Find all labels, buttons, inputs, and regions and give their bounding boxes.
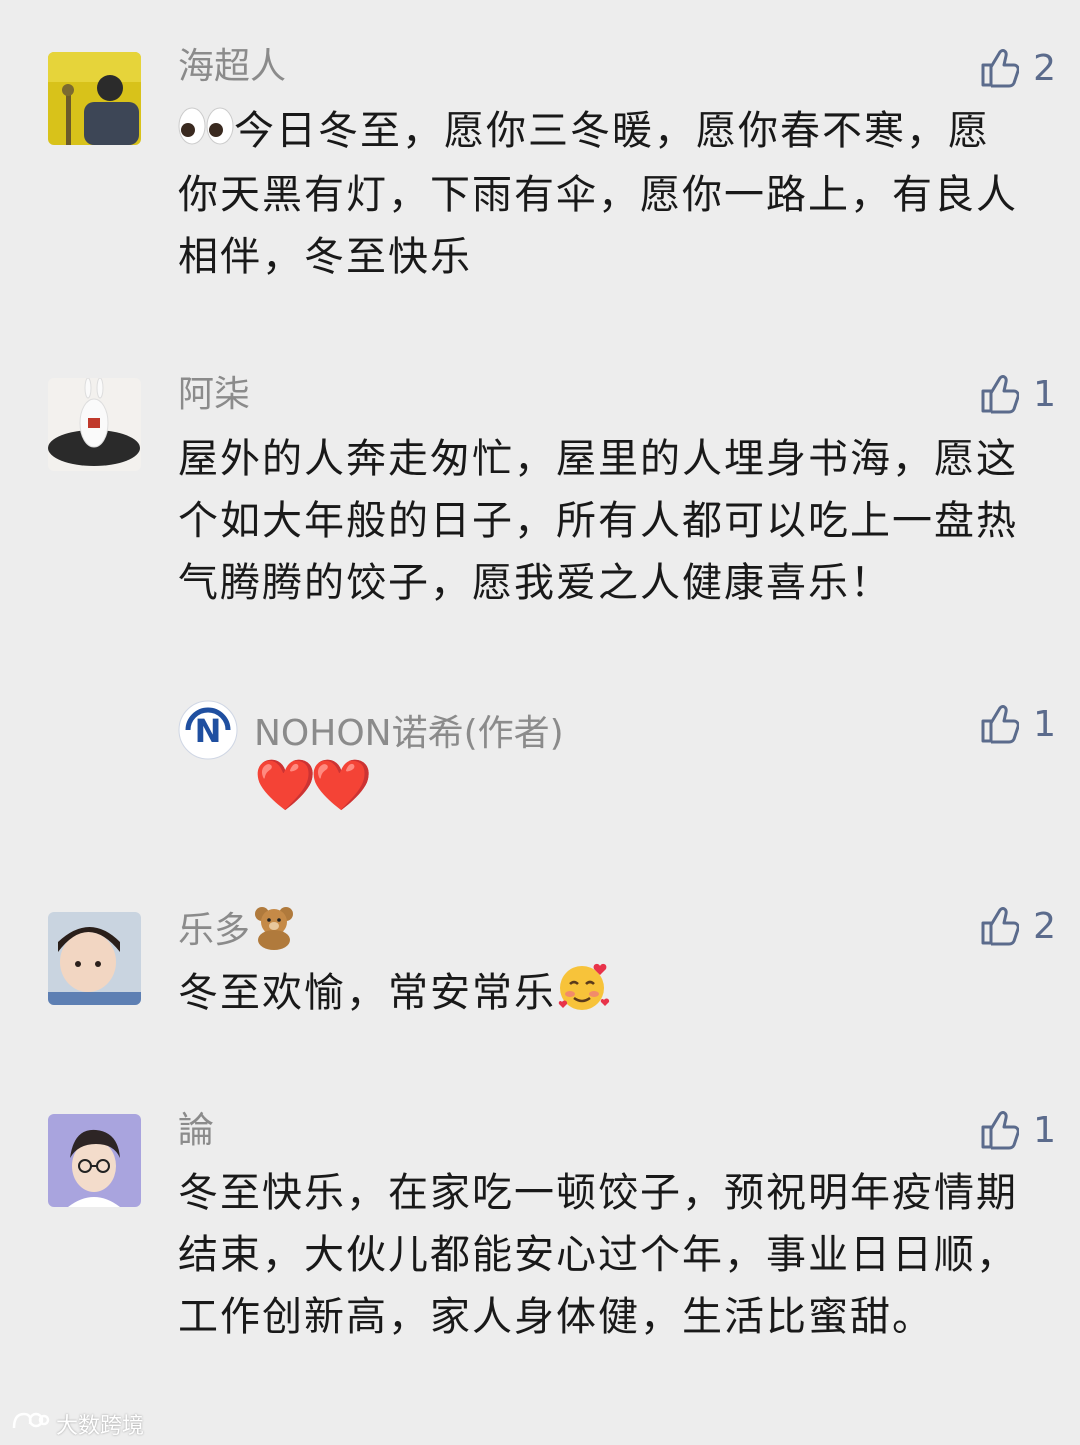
- like-button[interactable]: 1: [979, 700, 1056, 748]
- like-button[interactable]: 1: [979, 1106, 1056, 1154]
- like-count: 1: [1033, 703, 1056, 745]
- comment-item: 海超人 2 今日冬至，愿你三冬暖，愿你春不寒，愿你天黑有灯，下雨有伞，愿你一路上…: [0, 0, 1080, 330]
- comment-text: 屋外的人奔走匆忙，屋里的人埋身书海，愿这个如大年般的日子，所有人都可以吃上一盘热…: [178, 436, 1018, 606]
- like-count: 1: [1033, 1109, 1056, 1151]
- comment-text: 冬至快乐，在家吃一顿饺子，预祝明年疫情期结束，大伙儿都能安心过个年，事业日日顺，…: [178, 1170, 1018, 1340]
- comment-text-content: 今日冬至，愿你三冬暖，愿你春不寒，愿你天黑有灯，下雨有伞，愿你一路上，有良人相伴…: [178, 108, 1018, 280]
- comment-author[interactable]: 乐多: [178, 904, 298, 960]
- author-avatar[interactable]: N: [178, 700, 238, 760]
- like-button[interactable]: 1: [979, 370, 1056, 418]
- thumbs-up-icon: [979, 703, 1020, 745]
- eyes-icon: [178, 102, 234, 164]
- reply-text: ❤️❤️: [254, 756, 372, 814]
- smiling-face-with-hearts-icon: [556, 960, 612, 1030]
- teddy-bear-icon: [250, 904, 298, 960]
- avatar[interactable]: [48, 912, 141, 1005]
- comment-author[interactable]: 海超人: [178, 46, 286, 88]
- thumbs-up-icon: [979, 1109, 1020, 1151]
- author-reply: N NOHON诺希(作者) ❤️❤️: [178, 700, 1058, 830]
- avatar[interactable]: [48, 52, 141, 145]
- like-count: 1: [1033, 373, 1056, 415]
- watermark-text: 大数跨境: [56, 1414, 145, 1439]
- reply-author[interactable]: NOHON诺希(作者): [254, 704, 564, 756]
- avatar[interactable]: [48, 378, 141, 471]
- comment-text: 冬至欢愉，常安常乐: [178, 960, 1028, 1030]
- comment-author[interactable]: 論: [178, 1110, 214, 1152]
- thumbs-up-icon: [979, 905, 1020, 947]
- comment-author[interactable]: 阿柒: [178, 374, 250, 416]
- watermark: 大数跨境: [10, 1408, 144, 1440]
- comment-text: 今日冬至，愿你三冬暖，愿你春不寒，愿你天黑有灯，下雨有伞，愿你一路上，有良人相伴…: [178, 100, 1028, 288]
- like-count: 2: [1033, 47, 1056, 89]
- like-count: 2: [1033, 905, 1056, 947]
- avatar[interactable]: [48, 1114, 141, 1207]
- thumbs-up-icon: [979, 373, 1020, 415]
- svg-text:N: N: [195, 712, 222, 750]
- comment-author-text: 乐多: [178, 910, 251, 951]
- watermark-logo-icon: [10, 1408, 50, 1440]
- like-button[interactable]: 2: [979, 44, 1056, 92]
- thumbs-up-icon: [979, 47, 1020, 89]
- like-button[interactable]: 2: [979, 902, 1056, 950]
- comment-text-content: 冬至欢愉，常安常乐: [178, 970, 556, 1016]
